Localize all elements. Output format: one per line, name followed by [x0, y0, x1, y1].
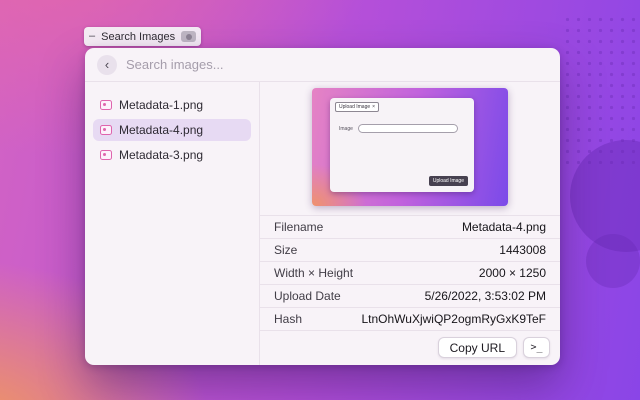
preview-form-row: Image — [339, 124, 458, 133]
launcher-dash: – — [89, 31, 95, 42]
search-input[interactable] — [126, 57, 548, 72]
file-list: Metadata-1.png Metadata-4.png Metadata-3… — [85, 82, 260, 365]
close-icon: × — [372, 104, 375, 110]
detail-value: 5/26/2022, 3:53:02 PM — [425, 289, 546, 303]
table-row: Width × Height 2000 × 1250 — [260, 261, 560, 284]
detail-label: Size — [274, 243, 297, 257]
preview-window: Upload Image × Image Upload Image — [330, 98, 474, 192]
detail-label: Hash — [274, 312, 302, 326]
detail-value: 1443008 — [499, 243, 546, 257]
table-row: Hash LtnOhWuXjwiQP2ogmRyGxK9TeF — [260, 307, 560, 330]
preview-upload-button: Upload Image — [429, 176, 468, 186]
metadata-table: Filename Metadata-4.png Size 1443008 Wid… — [260, 215, 560, 330]
detail-value: Metadata-4.png — [462, 220, 546, 234]
desktop-background: – Search Images ‹ Metadata-1.png Metadat… — [0, 0, 640, 400]
detail-label: Filename — [274, 220, 323, 234]
image-file-icon — [100, 150, 112, 160]
launcher-pill[interactable]: – Search Images — [84, 27, 201, 46]
detail-label: Width × Height — [274, 266, 353, 280]
search-images-window: ‹ Metadata-1.png Metadata-4.png Metadata… — [85, 48, 560, 365]
file-name: Metadata-1.png — [119, 98, 203, 112]
table-row: Size 1443008 — [260, 238, 560, 261]
detail-label: Upload Date — [274, 289, 341, 303]
file-name: Metadata-4.png — [119, 123, 203, 137]
image-preview: Upload Image × Image Upload Image — [312, 88, 508, 206]
preview-window-title: Upload Image × — [335, 102, 379, 112]
detail-value: 2000 × 1250 — [479, 266, 546, 280]
list-item[interactable]: Metadata-1.png — [93, 94, 251, 116]
table-row: Upload Date 5/26/2022, 3:53:02 PM — [260, 284, 560, 307]
preview-area: Upload Image × Image Upload Image — [260, 82, 560, 215]
window-body: Metadata-1.png Metadata-4.png Metadata-3… — [85, 82, 560, 365]
back-button[interactable]: ‹ — [97, 55, 117, 75]
list-item[interactable]: Metadata-3.png — [93, 144, 251, 166]
detail-panel: Upload Image × Image Upload Image — [260, 82, 560, 365]
image-file-icon — [100, 100, 112, 110]
decorative-blob — [586, 234, 640, 288]
action-bar: Copy URL >_ — [260, 330, 560, 365]
list-item-selected[interactable]: Metadata-4.png — [93, 119, 251, 141]
copy-url-button[interactable]: Copy URL — [438, 337, 517, 358]
file-name: Metadata-3.png — [119, 148, 203, 162]
preview-input-field — [358, 124, 458, 133]
image-file-icon — [100, 125, 112, 135]
table-row: Filename Metadata-4.png — [260, 215, 560, 238]
chevron-left-icon: ‹ — [105, 57, 109, 72]
detail-value: LtnOhWuXjwiQP2ogmRyGxK9TeF — [361, 312, 546, 326]
terminal-button[interactable]: >_ — [523, 337, 550, 358]
search-bar: ‹ — [85, 48, 560, 82]
launcher-label: Search Images — [101, 31, 175, 43]
terminal-icon: >_ — [530, 342, 542, 353]
camera-icon — [181, 31, 196, 42]
